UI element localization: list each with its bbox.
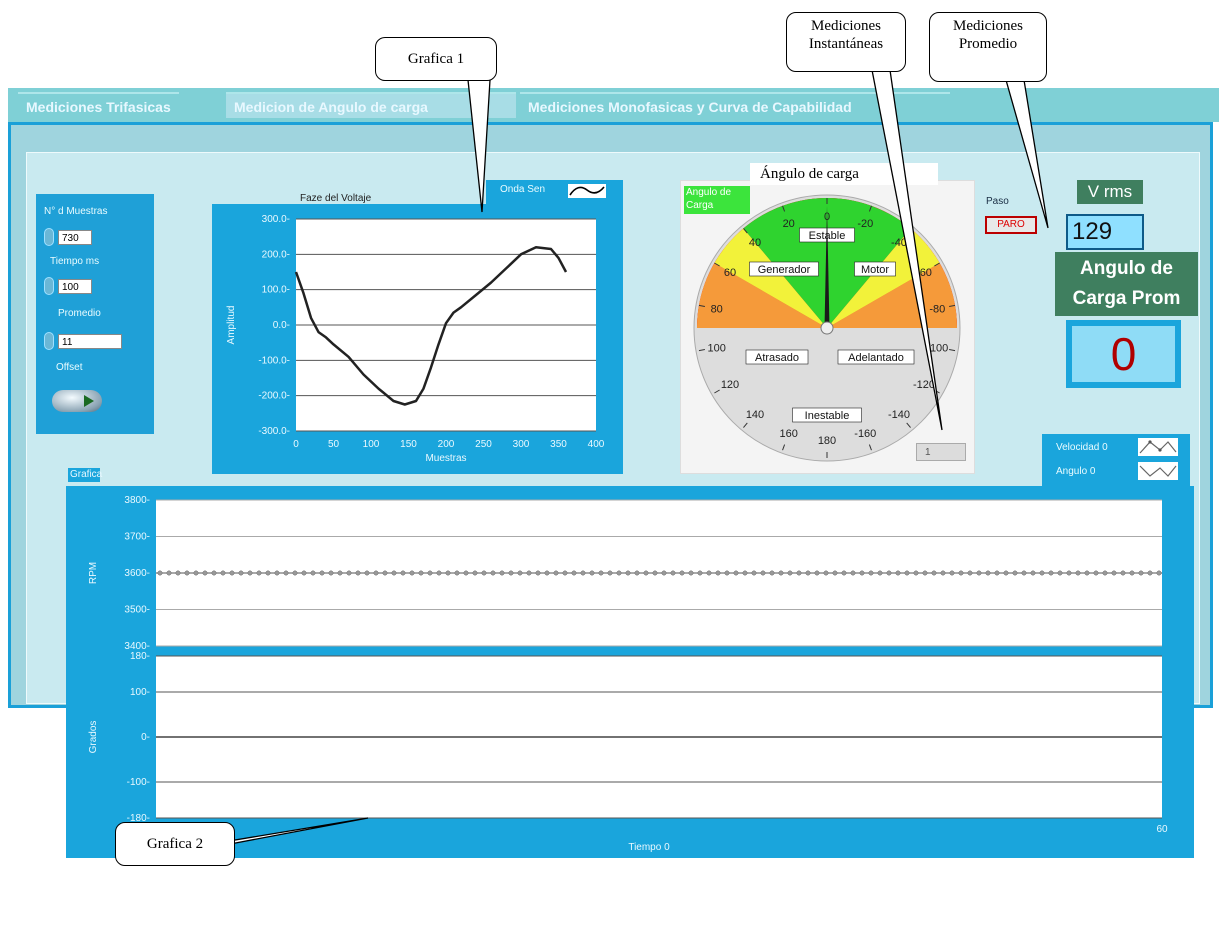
callout-grafica1: Grafica 1 <box>375 37 497 81</box>
callout-pointers <box>204 69 1049 846</box>
callout-promedio: Mediciones Promedio <box>929 12 1047 82</box>
callout-instantaneas: Mediciones Instantáneas <box>786 12 906 72</box>
callout-grafica2: Grafica 2 <box>115 822 235 866</box>
